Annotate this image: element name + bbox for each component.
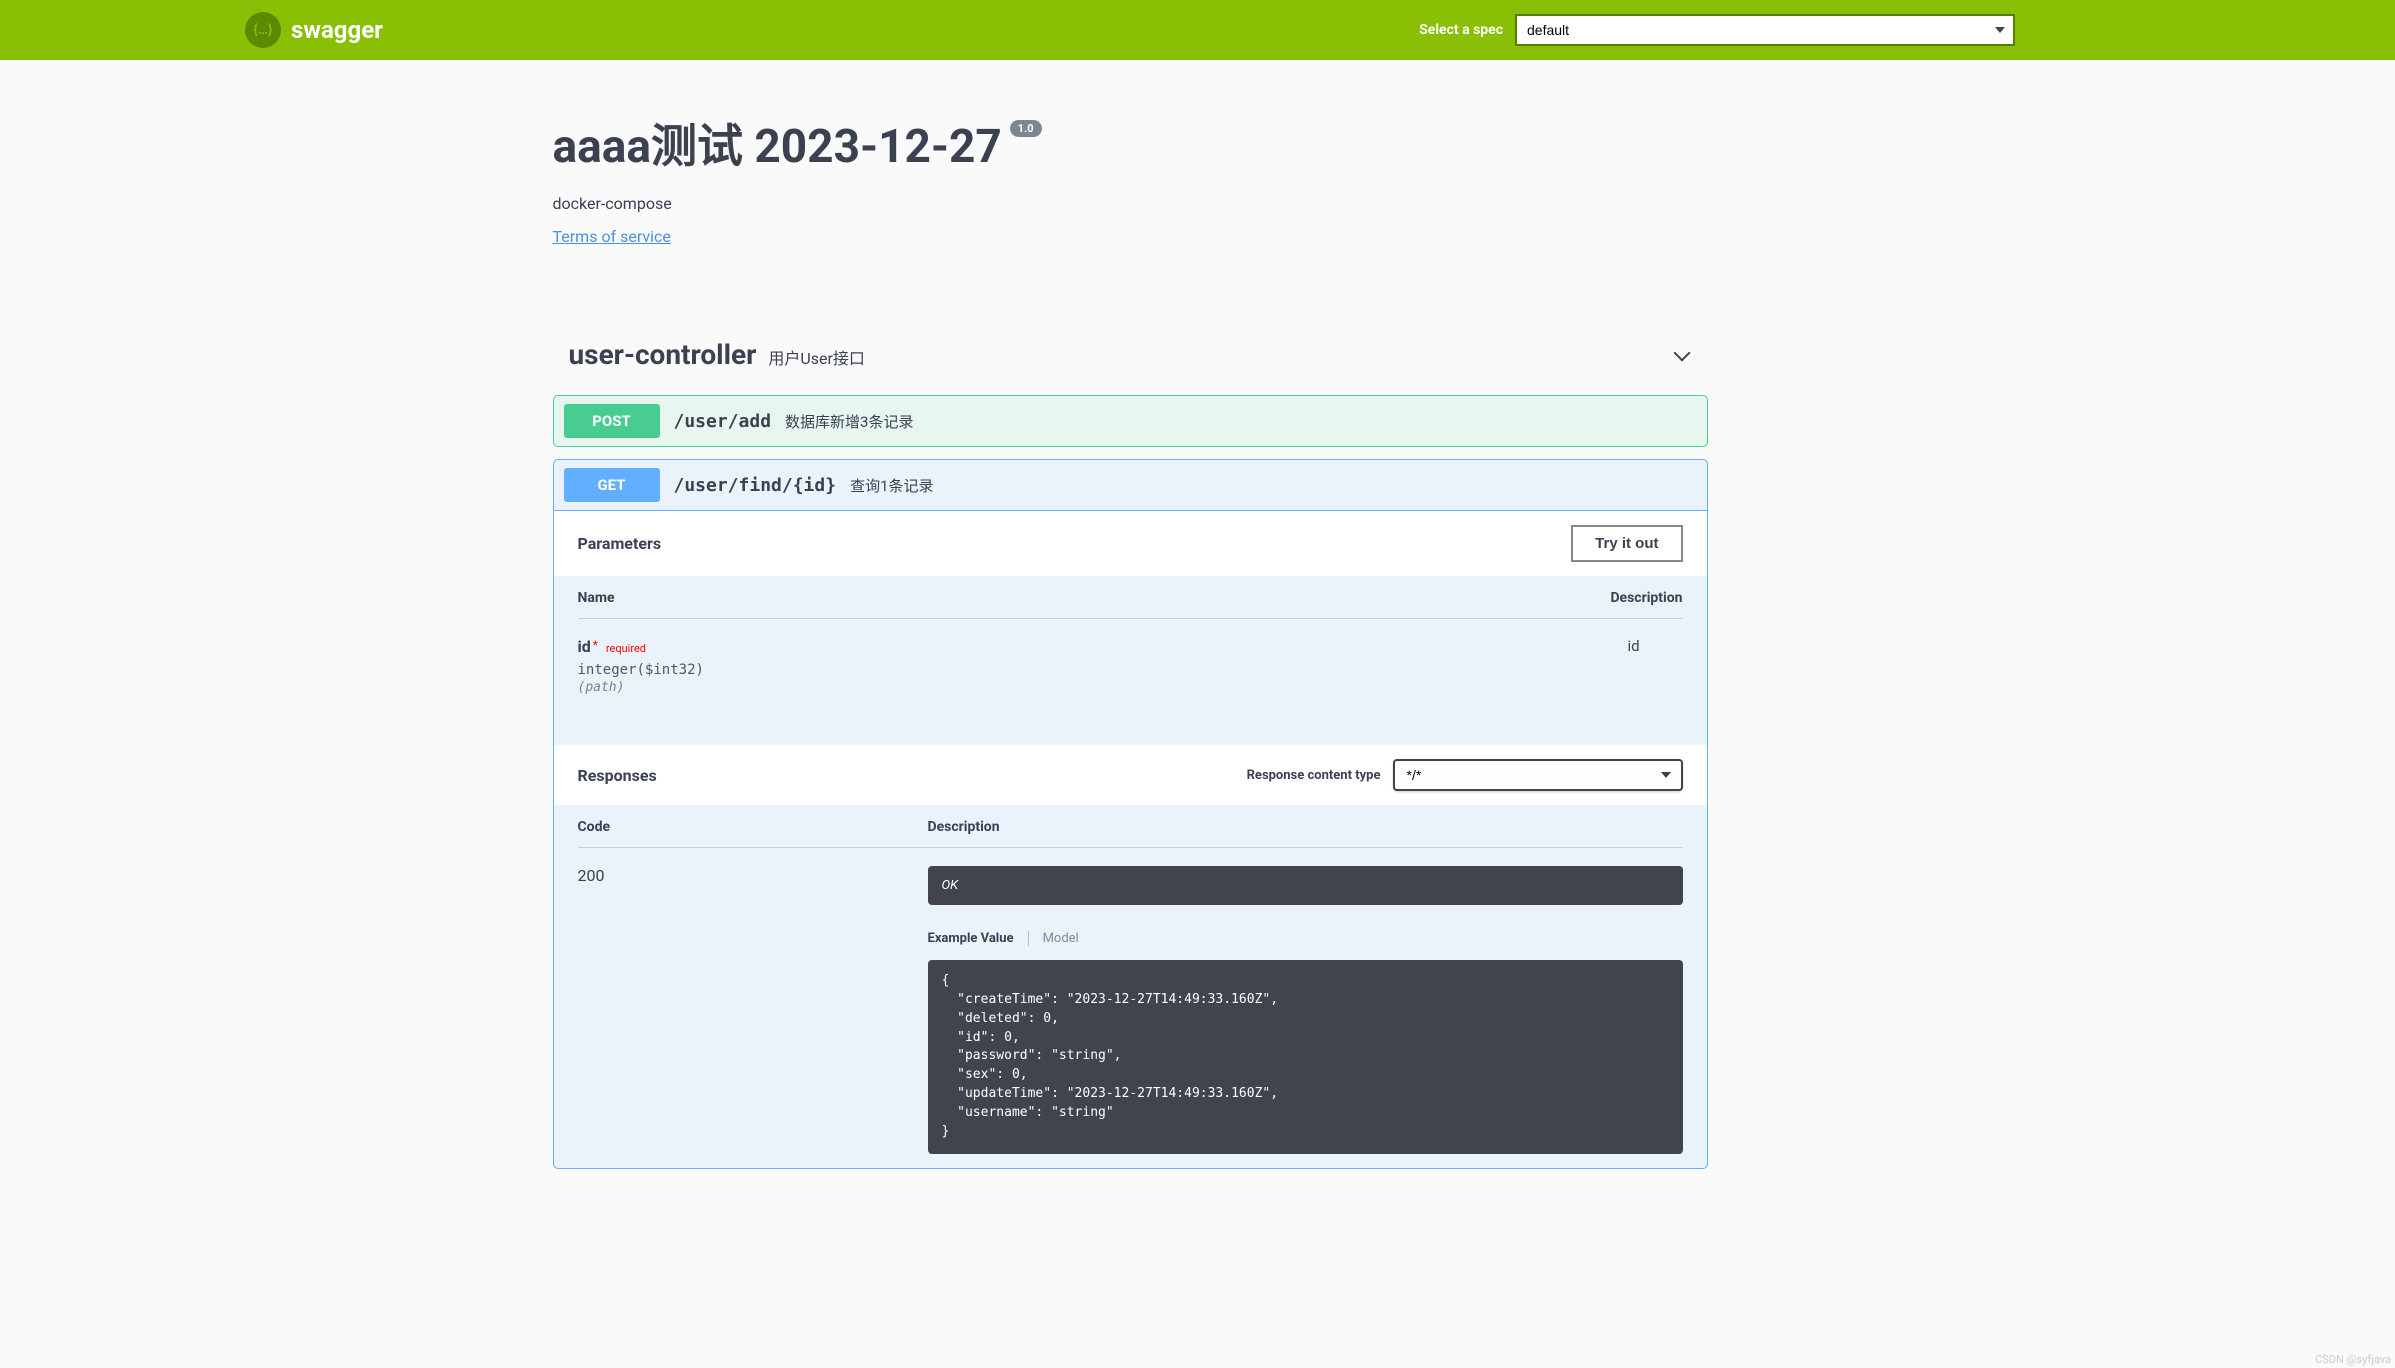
tag-description: 用户User接口 [768,345,865,369]
tab-example-value[interactable]: Example Value [928,931,1014,946]
responses-header: Responses Response content type */* [554,745,1707,805]
param-col-desc-header: Description [1610,590,1682,606]
param-name-line: id* required [578,637,1628,656]
operation-summary[interactable]: POST /user/add 数据库新增3条记录 [554,396,1707,446]
response-message: OK [928,866,1683,905]
operation-path: /user/find/{id} [674,475,837,496]
parameters-header: Parameters Try it out [554,511,1707,576]
content-type-select-wrap: */* [1393,759,1683,791]
operation-summary[interactable]: GET /user/find/{id} 查询1条记录 [554,460,1707,510]
terms-of-service-link[interactable]: Terms of service [553,227,671,246]
param-name: id [578,637,591,656]
operations-wrapper: user-controller 用户User接口 POST /user/add … [553,326,1708,1169]
operation-path: /user/add [674,411,772,432]
param-in: (path) [578,680,1628,695]
response-content-type-group: Response content type */* [1247,759,1683,791]
try-it-out-button[interactable]: Try it out [1571,525,1682,562]
operation-post-user-add: POST /user/add 数据库新增3条记录 [553,395,1708,447]
tag-header[interactable]: user-controller 用户User接口 [553,326,1708,383]
parameters-title: Parameters [578,534,662,553]
operation-get-user-find: GET /user/find/{id} 查询1条记录 Parameters Tr… [553,459,1708,1169]
operation-description: 查询1条记录 [850,475,933,496]
chevron-down-icon [1672,345,1692,365]
param-type: integer($int32) [578,662,1628,678]
topbar-brand: {…} swagger [245,12,383,48]
required-label: required [606,642,646,655]
param-description: id [1628,637,1640,695]
response-row: 200 OK Example Value Model { "createTime… [578,848,1683,1154]
operation-description: 数据库新增3条记录 [785,411,913,432]
version-badge: 1.0 [1010,120,1042,137]
api-title: aaaa测试 2023-12-27 1.0 [553,110,1708,176]
tab-model[interactable]: Model [1043,931,1079,946]
method-badge-post: POST [564,404,660,438]
api-info: aaaa测试 2023-12-27 1.0 docker-compose Ter… [553,110,1708,246]
swagger-logo-icon: {…} [245,12,281,48]
response-content-type-label: Response content type [1247,768,1381,783]
tag-name: user-controller [569,338,757,371]
spec-selector: Select a spec default [1419,14,2015,46]
response-col-desc-header: Description [928,819,1000,835]
param-name-cell: id* required integer($int32) (path) [578,637,1628,695]
example-value-code[interactable]: { "createTime": "2023-12-27T14:49:33.160… [928,960,1683,1154]
api-description: docker-compose [553,194,1708,213]
responses-table: Code Description 200 OK Example Value Mo… [554,805,1707,1168]
parameters-table: Name Description id* required integer($i… [554,576,1707,745]
tag-left: user-controller 用户User接口 [569,338,865,371]
param-col-name-header: Name [578,590,1611,606]
response-col-code-header: Code [578,819,928,835]
parameter-row: id* required integer($int32) (path) id [578,619,1683,695]
parameters-thead: Name Description [578,590,1683,619]
method-badge-get: GET [564,468,660,502]
spec-select-wrap: default [1515,14,2015,46]
required-asterisk-icon: * [593,638,598,652]
operation-body: Parameters Try it out Name Description i… [554,510,1707,1168]
watermark: CSDN @syfjava [2315,1353,2391,1366]
tab-divider [1028,931,1029,946]
responses-title: Responses [578,766,657,785]
response-description-cell: OK Example Value Model { "createTime": "… [928,866,1683,1154]
content-type-select[interactable]: */* [1393,759,1683,791]
main-container: aaaa测试 2023-12-27 1.0 docker-compose Ter… [308,60,2088,1219]
topbar: {…} swagger Select a spec default [0,0,2395,60]
select-spec-label: Select a spec [1419,22,1503,38]
swagger-title: swagger [291,16,383,44]
response-tabs: Example Value Model [928,931,1683,946]
spec-select[interactable]: default [1515,14,2015,46]
api-title-text: aaaa测试 2023-12-27 [553,110,1002,176]
responses-thead: Code Description [578,819,1683,848]
response-code: 200 [578,866,928,1154]
